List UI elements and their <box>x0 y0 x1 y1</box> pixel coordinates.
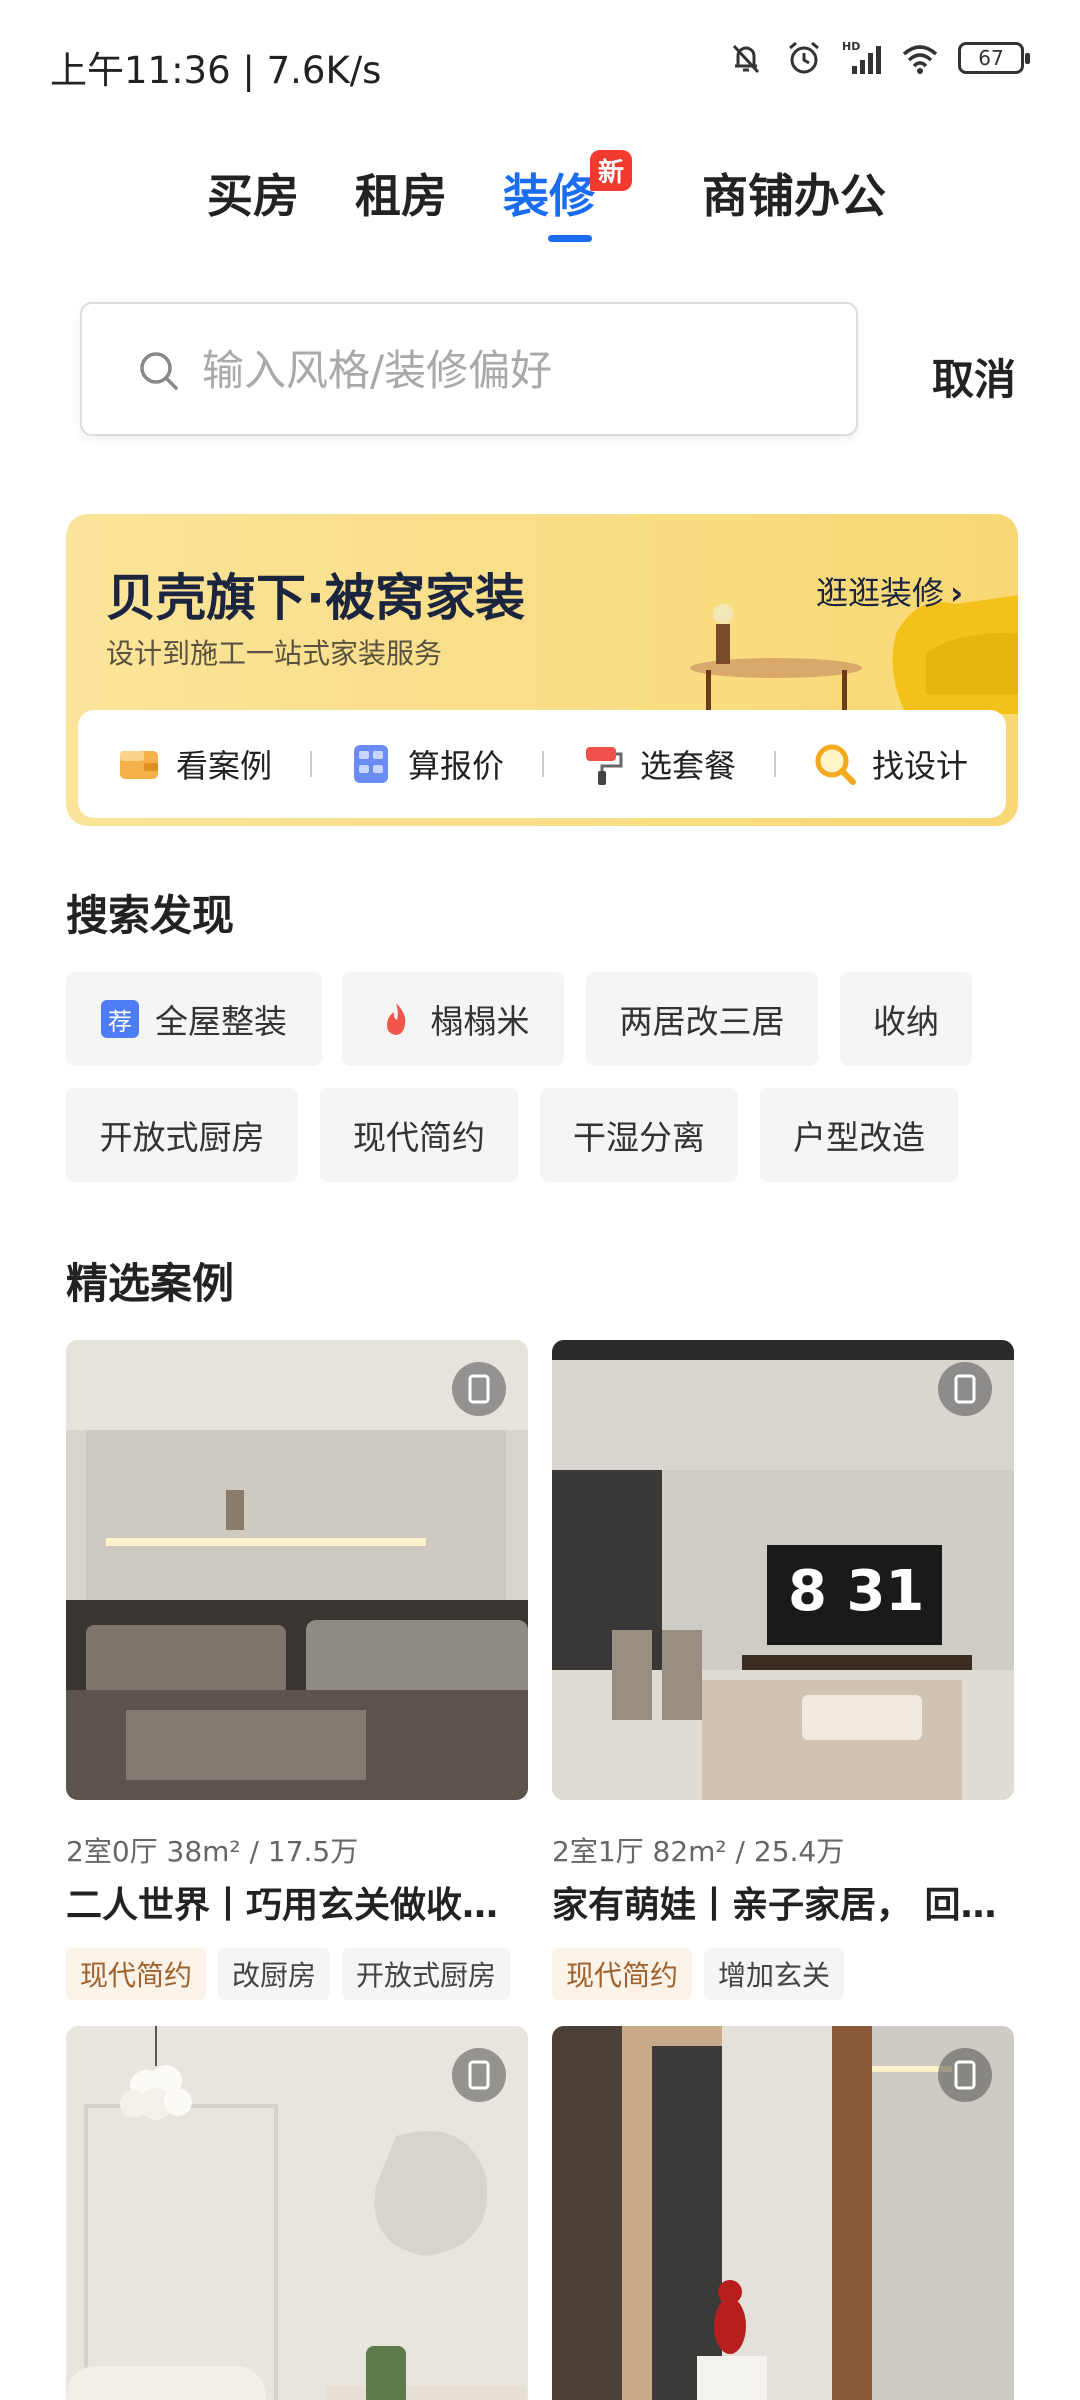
phone-icon <box>954 1374 976 1404</box>
status-bar: 上午11:36 | 7.6K/s HD 67 <box>0 0 1080 120</box>
banner-link-label: 逛逛装修 <box>816 574 945 612</box>
search-box[interactable] <box>80 302 858 436</box>
phone-icon <box>954 2060 976 2090</box>
chip-label: 榻榻米 <box>430 1002 530 1041</box>
action-find-design[interactable]: 找设计 <box>774 741 1006 787</box>
case-card[interactable]: 8 31 2室1厅 82m² / 25.4万 家有萌娃丨亲子家居， 回归温馨 现… <box>552 1340 1014 2000</box>
search-input[interactable] <box>202 334 822 406</box>
fire-icon <box>386 1003 405 1035</box>
case-meta: 2室0厅 38m² / 17.5万 <box>66 1835 359 1868</box>
case-tag: 改厨房 <box>218 1948 331 2000</box>
svg-text:HD: HD <box>842 40 860 53</box>
new-badge: 新 <box>590 150 633 191</box>
cases-title: 精选案例 <box>66 1259 235 1308</box>
phone-icon <box>468 1374 490 1404</box>
chip-two-to-three[interactable]: 两居改三居 <box>586 972 818 1066</box>
magnifier-icon <box>815 744 856 785</box>
case-image: 8 31 <box>552 1340 1014 1800</box>
case-tags: 现代简约 改厨房 开放式厨房 <box>66 1948 528 2000</box>
browse-renovation-link[interactable]: 逛逛装修 › <box>816 568 963 614</box>
vr-icon[interactable] <box>938 2048 992 2102</box>
case-meta: 2室1厅 82m² / 25.4万 <box>552 1835 845 1868</box>
tab-buy-house[interactable]: 买房 <box>207 160 299 226</box>
banner-actions: 看案例 算报价 选套餐 找设计 <box>78 710 1006 818</box>
case-image <box>66 2026 528 2400</box>
tab-shop-office[interactable]: 商铺办公 <box>702 160 886 226</box>
discover-title: 搜索发现 <box>66 891 235 940</box>
tv-display-text: 8 31 <box>788 1559 924 1624</box>
action-choose-package[interactable]: 选套餐 <box>542 741 774 787</box>
banner-subtitle: 设计到施工一站式家装服务 <box>106 637 443 670</box>
case-tag: 现代简约 <box>552 1948 693 2000</box>
active-tab-indicator <box>548 235 592 242</box>
chip-label: 全屋整装 <box>155 1002 287 1041</box>
chevron-right-icon: › <box>950 574 964 612</box>
vr-icon[interactable] <box>938 1362 992 1416</box>
top-tabs: 买房 租房 装修 新 商铺办公 <box>0 150 1080 260</box>
case-title: 家有萌娃丨亲子家居， 回归温馨 <box>552 1885 1014 1926</box>
bedroom-photo <box>66 1340 528 1800</box>
status-time: 上午11:36 | 7.6K/s <box>50 49 382 92</box>
search-icon <box>140 352 178 390</box>
case-card[interactable]: 2室0厅 38m² / 17.5万 二人世界丨巧用玄关做收纳空间 现代简约 改厨… <box>66 1340 528 2000</box>
recommend-icon: 荐 <box>101 1000 139 1038</box>
case-card[interactable] <box>552 2026 1014 2400</box>
status-icons: HD 67 <box>726 38 1030 78</box>
chip-tatami[interactable]: 榻榻米 <box>342 972 564 1066</box>
case-tags: 现代简约 增加玄关 <box>552 1948 1014 2000</box>
cancel-button[interactable]: 取消 <box>932 346 1016 407</box>
alarm-icon <box>789 41 819 74</box>
chip-storage[interactable]: 收纳 <box>840 972 972 1066</box>
action-view-cases[interactable]: 看案例 <box>78 741 310 787</box>
battery-icon: 67 <box>958 42 1030 74</box>
case-tag: 开放式厨房 <box>342 1948 511 2000</box>
banner-title: 贝壳旗下·被窝家装 <box>106 569 525 627</box>
vr-icon[interactable] <box>452 1362 506 1416</box>
case-image <box>66 1340 528 1800</box>
chip-open-kitchen[interactable]: 开放式厨房 <box>66 1088 298 1182</box>
action-label: 选套餐 <box>639 747 736 785</box>
case-image <box>552 2026 1014 2400</box>
wifi-icon <box>902 45 938 74</box>
signal-icon: HD <box>842 40 881 74</box>
tab-renovation[interactable]: 装修 <box>503 160 595 226</box>
tab-rent-house[interactable]: 租房 <box>355 160 447 226</box>
action-calc-quote[interactable]: 算报价 <box>310 741 542 787</box>
vr-icon[interactable] <box>452 2048 506 2102</box>
case-tag: 增加玄关 <box>704 1948 845 2000</box>
calculator-icon <box>353 745 388 783</box>
chip-whole-house[interactable]: 荐 全屋整装 <box>66 972 322 1066</box>
bell-off-icon <box>732 44 760 74</box>
chip-modern-simple[interactable]: 现代简约 <box>320 1088 518 1182</box>
paint-roller-icon <box>585 747 623 785</box>
case-tag: 现代简约 <box>66 1948 207 2000</box>
case-card[interactable] <box>66 2026 528 2400</box>
action-label: 算报价 <box>407 747 504 785</box>
chip-wet-dry-separation[interactable]: 干湿分离 <box>540 1088 738 1182</box>
action-label: 看案例 <box>175 747 272 785</box>
promo-banner[interactable]: 贝壳旗下·被窝家装 设计到施工一站式家装服务 逛逛装修 › 看案例 算报价 选套餐… <box>66 514 1018 826</box>
phone-icon <box>468 2060 490 2090</box>
chip-layout-renovation[interactable]: 户型改造 <box>760 1088 958 1182</box>
living-room-photo: 8 31 <box>552 1340 1014 1800</box>
wallet-icon <box>119 751 158 779</box>
case-title: 二人世界丨巧用玄关做收纳空间 <box>66 1885 528 1926</box>
action-label: 找设计 <box>871 747 968 785</box>
